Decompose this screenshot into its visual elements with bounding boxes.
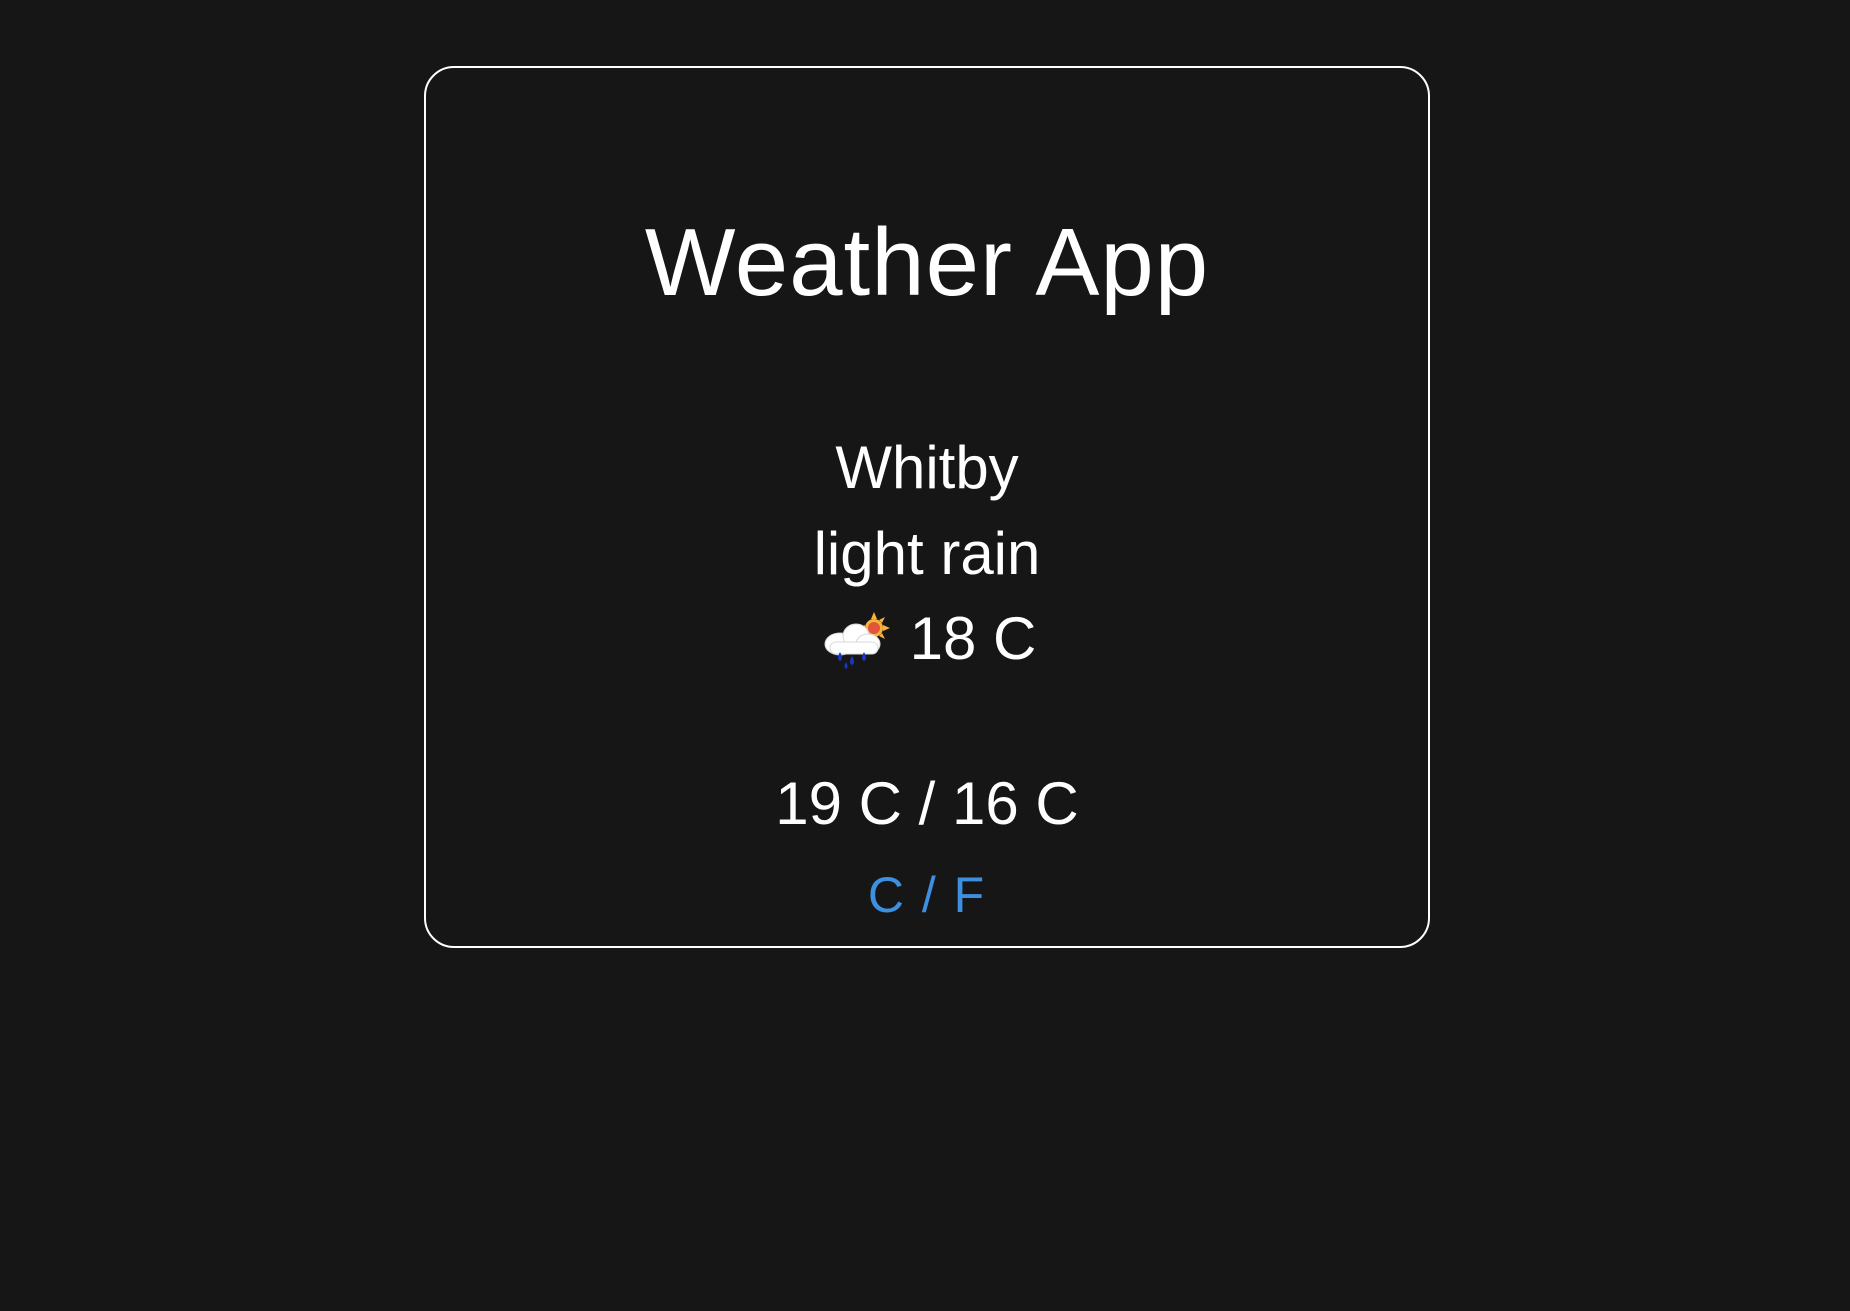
unit-toggle-link[interactable]: C / F: [868, 867, 986, 923]
light-rain-sun-icon: [818, 608, 894, 670]
weather-description: light rain: [813, 520, 1041, 587]
app-title: Weather App: [644, 209, 1210, 316]
high-low-temperature: 19 C / 16 C: [775, 770, 1079, 837]
weather-card: Weather App Whitby light rain 18 C 19 C …: [424, 66, 1430, 948]
city-name: Whitby: [835, 434, 1019, 501]
current-weather: 18 C: [426, 603, 1428, 675]
unit-toggle: C / F: [426, 865, 1428, 925]
current-temperature: 18 C: [909, 605, 1037, 672]
